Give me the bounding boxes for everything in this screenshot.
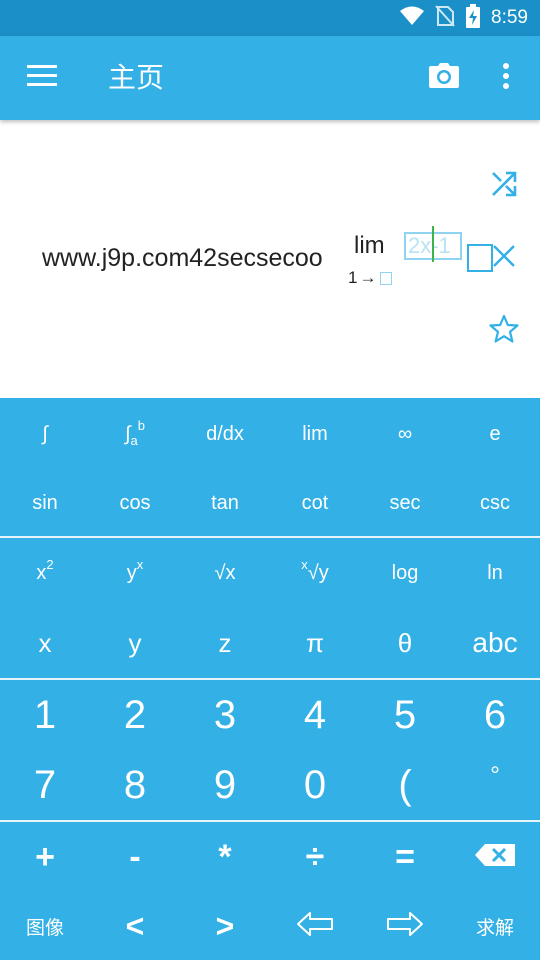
keypad-row-operators: + - * ÷ = [0,822,540,892]
key-multiply[interactable]: * [180,822,270,892]
power-base: y [126,561,137,584]
key-e[interactable]: e [450,398,540,470]
definite-integral-lower: a [130,432,138,448]
key-solve[interactable]: 求解 [450,892,540,960]
key-square[interactable]: x2 [0,538,90,608]
key-infinity[interactable]: ∞ [360,398,450,470]
key-2[interactable]: 2 [90,680,180,750]
keypad-row-powers: x2 yx √x x √y log ln [0,538,540,608]
page-title: 主页 [108,61,165,94]
no-sim-icon [435,4,455,32]
key-limit[interactable]: lim [270,398,360,470]
limit-word: lim [354,232,385,259]
keypad-row-trig: sin cos tan cot sec csc [0,470,540,536]
key-equals[interactable]: = [360,822,450,892]
wifi-icon [399,6,425,31]
key-4[interactable]: 4 [270,680,360,750]
key-derivative[interactable]: d/dx [180,398,270,470]
key-power[interactable]: yx [90,538,180,608]
battery-charging-icon [465,3,481,33]
key-cos[interactable]: cos [90,470,180,536]
square-exponent: 2 [46,556,54,572]
key-open-paren[interactable]: ( [360,750,450,820]
camera-icon [428,62,460,94]
key-sec[interactable]: sec [360,470,450,536]
arrow-right-outline-icon [386,911,424,942]
key-6[interactable]: 6 [450,680,540,750]
key-cot[interactable]: cot [270,470,360,536]
status-bar: 8:59 [0,0,540,36]
text-cursor [432,226,434,262]
key-z[interactable]: z [180,608,270,678]
keypad-row-digits-1: 1 2 3 4 5 6 [0,680,540,750]
favorite-button[interactable] [486,314,522,348]
key-backspace[interactable] [450,822,540,892]
menu-button[interactable] [20,58,64,98]
math-keypad: ∫ ∫ a b d/dx lim ∞ e sin cos tan cot sec c… [0,398,540,960]
key-7[interactable]: 7 [0,750,90,820]
key-3[interactable]: 3 [180,680,270,750]
key-sin[interactable]: sin [0,470,90,536]
nth-root-body: √y [307,561,329,584]
key-cursor-right[interactable] [360,892,450,960]
key-minus[interactable]: - [90,822,180,892]
nth-root-index: x [301,556,308,572]
backspace-icon [475,843,515,871]
definite-integral-upper: b [137,417,145,433]
key-image[interactable]: 图像 [0,892,90,960]
power-exponent: x [136,556,144,572]
key-nth-root[interactable]: x √y [270,538,360,608]
key-8[interactable]: 8 [90,750,180,820]
key-greater-than[interactable]: > [180,892,270,960]
key-tan[interactable]: tan [180,470,270,536]
more-options-button[interactable] [490,58,522,98]
key-csc[interactable]: csc [450,470,540,536]
key-x[interactable]: x [0,608,90,678]
more-vert-icon [502,62,510,94]
key-log[interactable]: log [360,538,450,608]
key-cursor-left[interactable] [270,892,360,960]
expression-editor[interactable]: www.j9p.com42secsecoo lim 1 → 2x-1 [0,120,540,398]
star-outline-icon [489,314,519,349]
status-icons: 8:59 [399,3,528,33]
shuffle-button[interactable] [486,170,522,202]
key-sqrt[interactable]: √x [180,538,270,608]
arrow-left-outline-icon [296,911,334,942]
key-degree[interactable]: ° [450,750,540,820]
limit-target-placeholder[interactable] [380,271,393,285]
key-abc[interactable]: abc [450,608,540,678]
clear-button[interactable] [490,244,518,272]
square-base: x [36,561,47,584]
limit-subscript: 1 → [348,268,393,288]
keypad-row-calculus: ∫ ∫ a b d/dx lim ∞ e [0,398,540,470]
key-less-than[interactable]: < [90,892,180,960]
key-theta[interactable]: θ [360,608,450,678]
key-y[interactable]: y [90,608,180,678]
close-icon [492,244,516,273]
limit-arrow: → [359,268,377,287]
key-9[interactable]: 9 [180,750,270,820]
app-bar: 主页 [0,36,540,120]
keypad-row-digits-2: 7 8 9 0 ( ° [0,750,540,820]
limit-from: 1 [348,268,358,287]
key-pi[interactable]: π [270,608,360,678]
status-time: 8:59 [491,7,528,28]
key-divide[interactable]: ÷ [270,822,360,892]
menu-icon [27,64,57,92]
keypad-row-variables: x y z π θ abc [0,608,540,678]
key-definite-integral[interactable]: ∫ a b [90,398,180,470]
expression-text: www.j9p.com42secsecoo [42,244,323,272]
keypad-row-navigation: 图像 < > 求解 [0,892,540,960]
key-5[interactable]: 5 [360,680,450,750]
key-1[interactable]: 1 [0,680,90,750]
shuffle-icon [490,170,518,203]
key-0[interactable]: 0 [270,750,360,820]
key-ln[interactable]: ln [450,538,540,608]
camera-button[interactable] [422,58,466,98]
key-plus[interactable]: + [0,822,90,892]
key-integral[interactable]: ∫ [0,398,90,470]
